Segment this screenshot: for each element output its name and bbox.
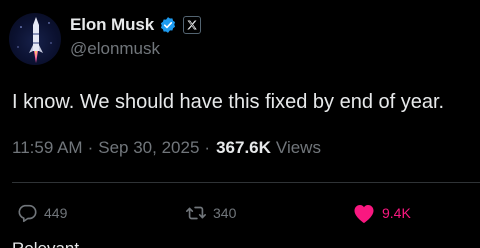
reply-icon — [18, 204, 37, 223]
views-count: 367.6K — [216, 138, 271, 157]
meta-separator: · — [204, 138, 211, 157]
tweet-card: Elon Musk @elonmusk I know. We should ha… — [0, 0, 480, 248]
retweet-count: 340 — [213, 205, 237, 221]
tweet-meta: 11:59 AM · Sep 30, 2025 · 367.6K Views — [12, 138, 321, 158]
like-button[interactable]: 9.4K — [352, 200, 411, 226]
tweet-date[interactable]: Sep 30, 2025 — [98, 138, 199, 158]
rocket-icon — [17, 17, 52, 63]
author-handle[interactable]: @elonmusk — [70, 39, 201, 59]
author-block: Elon Musk @elonmusk — [70, 14, 202, 59]
author-display-name[interactable]: Elon Musk — [70, 15, 154, 35]
author-name-row: Elon Musk — [70, 14, 202, 36]
x-logo-icon[interactable] — [183, 16, 202, 34]
divider — [12, 182, 480, 183]
heart-icon — [354, 205, 374, 223]
reply-button[interactable]: 449 — [16, 200, 67, 226]
avatar[interactable] — [9, 13, 61, 65]
views-label: Views — [275, 138, 321, 157]
retweet-icon — [186, 206, 206, 220]
meta-separator: · — [87, 138, 94, 157]
like-count: 9.4K — [382, 205, 411, 221]
tweet-time[interactable]: 11:59 AM — [12, 138, 83, 158]
retweet-button[interactable]: 340 — [185, 200, 236, 226]
reply-count: 449 — [44, 205, 68, 221]
verified-badge-icon[interactable] — [159, 16, 177, 34]
tweet-text: I know. We should have this fixed by end… — [12, 91, 445, 113]
relevant-replies-heading: Relevant — [12, 239, 79, 248]
